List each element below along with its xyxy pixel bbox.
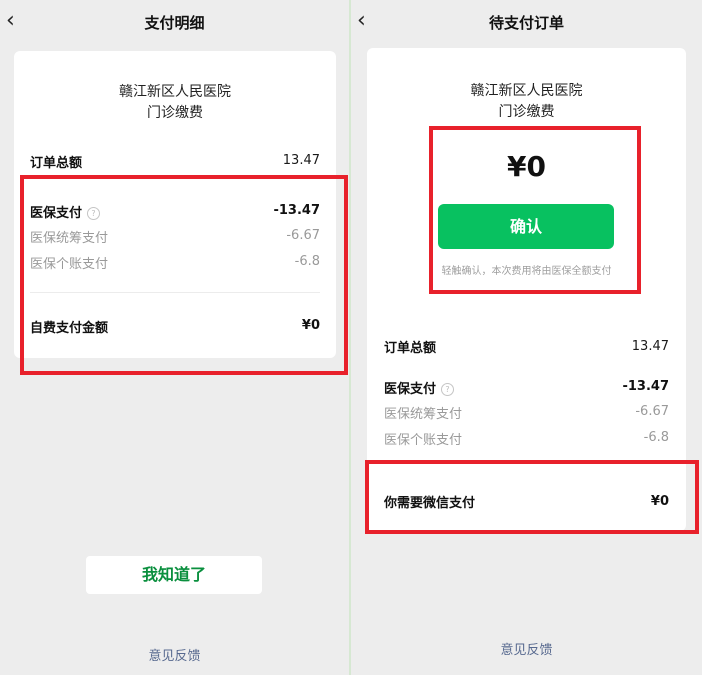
pooled-pay-label: 医保统筹支付 (384, 407, 463, 422)
got-it-button[interactable]: 我知道了 (86, 556, 262, 594)
bill-type: 门诊缴费 (147, 105, 203, 121)
page-title: 支付明细 (144, 14, 205, 32)
personal-pay-value: -6.8 (643, 430, 669, 445)
personal-pay-label: 医保个账支付 (384, 433, 463, 448)
pooled-pay-value: -6.67 (635, 404, 669, 419)
order-total-value: 13.47 (282, 153, 320, 168)
order-total-value: 13.47 (631, 339, 669, 354)
page-title: 待支付订单 (488, 14, 564, 32)
nav-bar: ‹ 待支付订单 (351, 0, 702, 44)
order-total-label: 订单总额 (384, 341, 437, 356)
payment-detail-screen: ‹ 支付明细 赣江新区人民医院 门诊缴费 订单总额 13.47 医保支付? -1… (0, 0, 349, 675)
insurance-pay-label: 医保支付 (384, 382, 437, 397)
pending-order-screen: ‹ 待支付订单 赣江新区人民医院 门诊缴费 ¥0 确认 轻触确认，本次费用将由医… (351, 0, 702, 675)
question-circle-icon[interactable]: ? (441, 383, 455, 396)
bill-type: 门诊缴费 (498, 104, 555, 120)
feedback-link[interactable]: 意见反馈 (0, 645, 349, 664)
hospital-name: 赣江新区人民医院 (470, 83, 583, 99)
hospital-name: 赣江新区人民医院 (119, 84, 231, 100)
highlight-box-wechat (365, 460, 699, 534)
insurance-pay-row: 医保支付? (384, 378, 455, 397)
highlight-box (20, 175, 348, 375)
order-total-label: 订单总额 (30, 156, 83, 171)
insurance-pay-value: -13.47 (622, 379, 669, 394)
feedback-link[interactable]: 意见反馈 (351, 639, 702, 658)
nav-bar: ‹ 支付明细 (0, 0, 349, 44)
highlight-box-amount (429, 126, 641, 294)
